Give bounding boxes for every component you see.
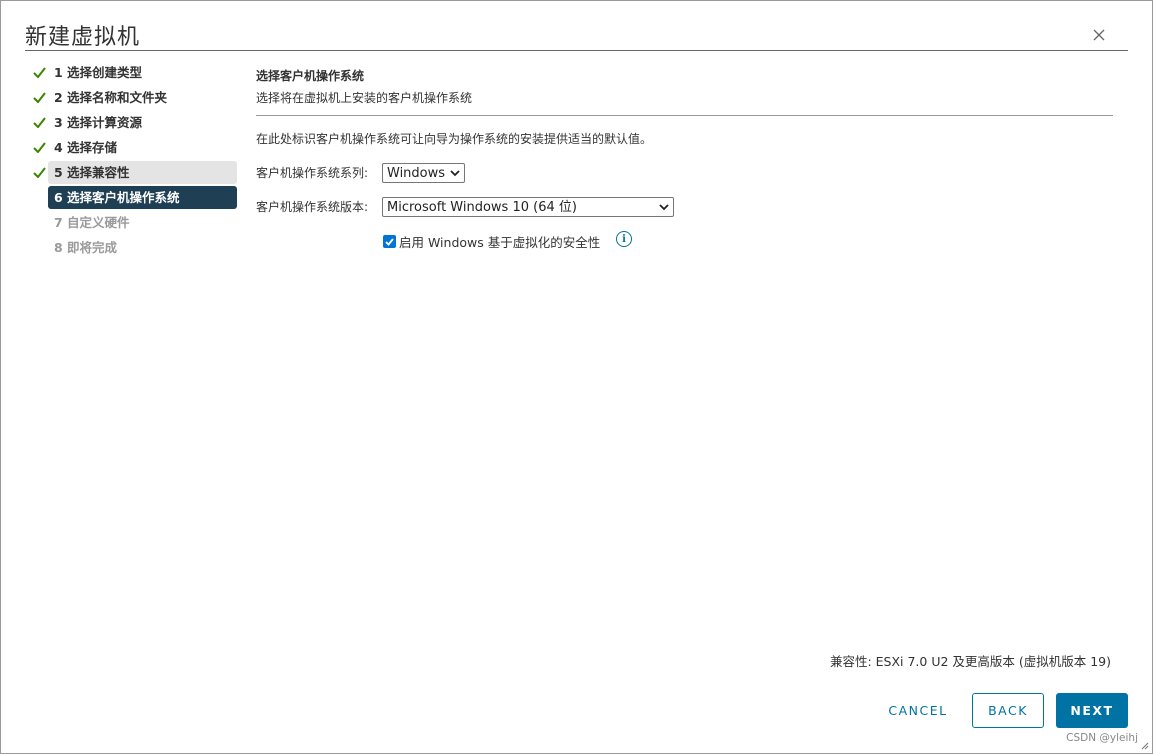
check-icon bbox=[33, 67, 46, 78]
step-label: 6 选择客户机操作系统 bbox=[48, 186, 237, 209]
resize-handle-icon[interactable] bbox=[1139, 740, 1149, 750]
section-description: 在此处标识客户机操作系统可让向导为操作系统的安装提供适当的默认值。 bbox=[256, 132, 653, 146]
vbs-checkbox[interactable] bbox=[383, 235, 396, 248]
step-3[interactable]: 3 选择计算资源 bbox=[31, 111, 237, 134]
step-7: 7 自定义硬件 bbox=[31, 211, 237, 234]
check-icon bbox=[33, 117, 46, 128]
step-label: 8 即将完成 bbox=[54, 240, 118, 255]
step-label: 2 选择名称和文件夹 bbox=[54, 90, 168, 105]
check-icon bbox=[33, 142, 46, 153]
vbs-option: 启用 Windows 基于虚拟化的安全性 bbox=[383, 232, 600, 251]
os-family-label: 客户机操作系统系列: bbox=[256, 166, 369, 180]
wizard-steps: 1 选择创建类型 2 选择名称和文件夹 3 选择计算资源 4 选择存储 5 选择… bbox=[31, 61, 237, 261]
step-1[interactable]: 1 选择创建类型 bbox=[31, 61, 237, 84]
step-label: 7 自定义硬件 bbox=[54, 215, 130, 230]
check-icon bbox=[33, 167, 46, 178]
header-divider bbox=[25, 50, 1128, 51]
next-button[interactable]: NEXT bbox=[1056, 693, 1128, 728]
step-2[interactable]: 2 选择名称和文件夹 bbox=[31, 86, 237, 109]
watermark: CSDN @yleihj bbox=[1066, 732, 1138, 744]
section-divider bbox=[256, 115, 1113, 116]
step-4[interactable]: 4 选择存储 bbox=[31, 136, 237, 159]
step-label: 3 选择计算资源 bbox=[54, 115, 143, 130]
os-version-select[interactable]: Microsoft Windows 10 (64 位) bbox=[382, 197, 674, 217]
os-family-select[interactable]: Windows bbox=[382, 163, 465, 183]
close-icon[interactable] bbox=[1089, 25, 1109, 45]
new-vm-dialog: 新建虚拟机 1 选择创建类型 2 选择名称和文件夹 3 选择计算资源 4 选择存… bbox=[0, 0, 1153, 754]
cancel-button[interactable]: CANCEL bbox=[879, 693, 957, 728]
checkmark-icon bbox=[385, 237, 394, 246]
dialog-title: 新建虚拟机 bbox=[25, 25, 141, 50]
os-version-label: 客户机操作系统版本: bbox=[256, 200, 369, 214]
compatibility-text: 兼容性: ESXi 7.0 U2 及更高版本 (虚拟机版本 19) bbox=[829, 654, 1111, 669]
step-label: 4 选择存储 bbox=[54, 140, 118, 155]
step-8: 8 即将完成 bbox=[31, 236, 237, 259]
section-subtitle: 选择将在虚拟机上安装的客户机操作系统 bbox=[256, 91, 473, 105]
step-6[interactable]: 6 选择客户机操作系统 bbox=[31, 186, 237, 209]
info-icon[interactable]: i bbox=[616, 231, 632, 247]
os-version-value: Microsoft Windows 10 (64 位) bbox=[387, 200, 577, 215]
check-icon bbox=[33, 92, 46, 103]
step-label: 5 选择兼容性 bbox=[48, 161, 237, 184]
back-button[interactable]: BACK bbox=[972, 693, 1044, 728]
chevron-down-icon bbox=[659, 204, 669, 211]
vbs-checkbox-label: 启用 Windows 基于虚拟化的安全性 bbox=[399, 235, 601, 250]
chevron-down-icon bbox=[450, 170, 460, 177]
main-panel: 选择客户机操作系统 选择将在虚拟机上安装的客户机操作系统 在此处标识客户机操作系… bbox=[256, 67, 1113, 148]
os-family-value: Windows bbox=[387, 166, 446, 181]
section-title: 选择客户机操作系统 bbox=[256, 69, 365, 83]
step-5[interactable]: 5 选择兼容性 bbox=[31, 161, 237, 184]
step-label: 1 选择创建类型 bbox=[54, 65, 143, 80]
